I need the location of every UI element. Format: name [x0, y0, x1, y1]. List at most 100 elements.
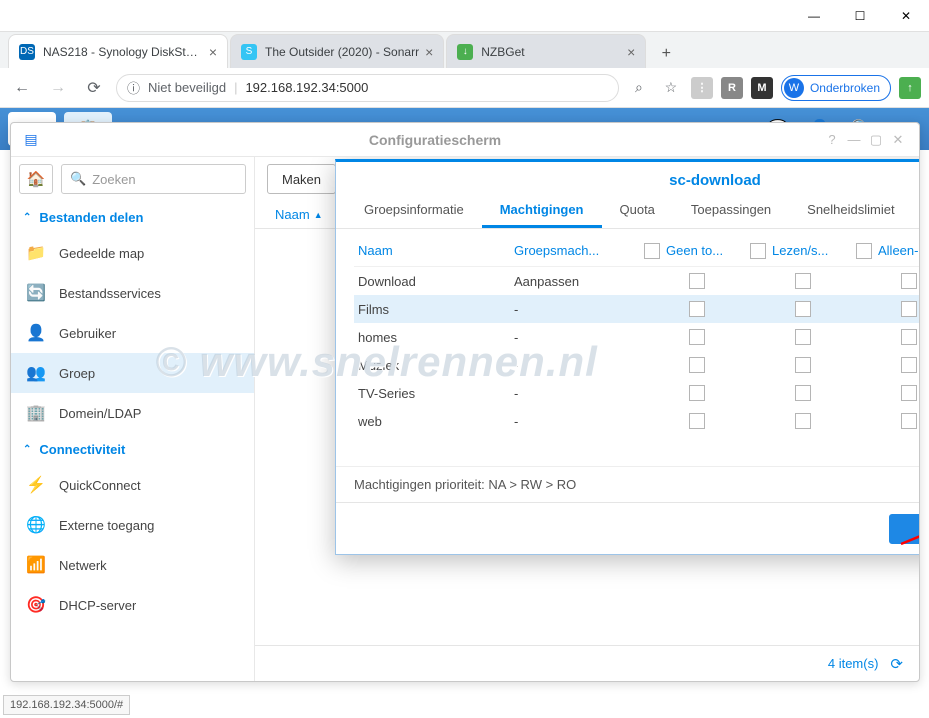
sidebar-item-icon: 🏢	[25, 402, 47, 424]
sidebar-home-button[interactable]: 🏠	[19, 164, 53, 194]
checkbox-read-write[interactable]	[795, 357, 811, 373]
checkbox-no-access[interactable]	[689, 329, 705, 345]
chevron-up-icon: ⌃	[23, 212, 31, 223]
checkbox-read-write[interactable]	[795, 329, 811, 345]
permissions-grid: Naam Groepsmach... Geen to... Lezen/s...…	[336, 229, 919, 466]
extension-m-badge[interactable]: M	[751, 77, 773, 99]
profile-button[interactable]: W Onderbroken	[781, 75, 891, 101]
sidebar-item-icon: 📁	[25, 242, 47, 264]
refresh-button[interactable]: ⟳	[890, 655, 903, 673]
sidebar-item[interactable]: 👤Gebruiker	[11, 313, 254, 353]
dialog-tab[interactable]: Groepsinformatie	[346, 193, 482, 228]
extension-badge[interactable]: ⋮	[691, 77, 713, 99]
checkbox-read-only[interactable]	[901, 273, 917, 289]
address-bar[interactable]: ⓘ Niet beveiligd | 192.168.192.34:5000	[116, 74, 619, 102]
col-name[interactable]: Naam	[354, 243, 514, 258]
sidebar-item[interactable]: 🔄Bestandsservices	[11, 273, 254, 313]
permission-row[interactable]: Muziek-	[354, 351, 919, 379]
tab-title: The Outsider (2020) - Sonarr	[265, 45, 419, 59]
window-maximize-button[interactable]: ☐	[837, 0, 883, 32]
row-name: homes	[354, 330, 514, 345]
window-close-button[interactable]: ✕	[883, 0, 929, 32]
tab-close-button[interactable]: ×	[209, 44, 217, 60]
create-button[interactable]: Maken	[267, 164, 336, 194]
checkbox-no-access[interactable]	[689, 413, 705, 429]
checkbox-no-access[interactable]	[689, 357, 705, 373]
extension-green-badge[interactable]: ↑	[899, 77, 921, 99]
sidebar-item-icon: ⚡	[25, 474, 47, 496]
sidebar-search-input[interactable]: 🔍 Zoeken	[61, 164, 246, 194]
nav-forward-button[interactable]: →	[44, 74, 72, 102]
checkbox-read-only[interactable]	[901, 301, 917, 317]
sidebar-item[interactable]: 📶Netwerk	[11, 545, 254, 585]
sidebar-item[interactable]: 📁Gedeelde map	[11, 233, 254, 273]
permission-row[interactable]: TV-Series-	[354, 379, 919, 407]
key-icon[interactable]: ⌕	[627, 76, 651, 100]
sidebar-item-icon: 🔄	[25, 282, 47, 304]
ok-button[interactable]: OK	[889, 514, 919, 544]
dialog-tab[interactable]: Machtigingen	[482, 193, 602, 228]
sidebar-item[interactable]: 🌐Externe toegang	[11, 505, 254, 545]
tab-favicon: ↓	[457, 44, 473, 60]
sidebar: 🏠 🔍 Zoeken ⌃Bestanden delen📁Gedeelde map…	[11, 157, 255, 681]
tab-favicon: S	[241, 44, 257, 60]
checkbox-read-write[interactable]	[795, 413, 811, 429]
permission-row[interactable]: homes-	[354, 323, 919, 351]
col-no-access[interactable]: Geen to...	[644, 243, 750, 259]
nav-reload-button[interactable]: ⟳	[80, 74, 108, 102]
window-minimize-button[interactable]: —	[791, 0, 837, 32]
sidebar-item[interactable]: 🏢Domein/LDAP	[11, 393, 254, 433]
sort-asc-icon: ▲	[314, 210, 323, 220]
dialog-tab[interactable]: Snelheidslimiet	[789, 193, 912, 228]
sidebar-section-header[interactable]: ⌃Connectiviteit	[11, 433, 254, 465]
sidebar-item-label: Externe toegang	[59, 518, 154, 533]
tab-close-button[interactable]: ×	[627, 44, 635, 60]
checkbox-read-only[interactable]	[901, 385, 917, 401]
checkbox-read-only[interactable]	[901, 357, 917, 373]
checkbox-read-only[interactable]	[901, 413, 917, 429]
tab-close-button[interactable]: ×	[425, 44, 433, 60]
window-max-button[interactable]: ▢	[865, 129, 887, 151]
row-group-perm: -	[514, 414, 644, 429]
new-tab-button[interactable]: +	[652, 40, 680, 68]
sidebar-section-header[interactable]: ⌃Bestanden delen	[11, 201, 254, 233]
checkbox-read-write[interactable]	[795, 385, 811, 401]
row-name: Muziek	[354, 358, 514, 373]
extension-r-badge[interactable]: R	[721, 77, 743, 99]
dialog-tab[interactable]: Quota	[602, 193, 673, 228]
row-name: Films	[354, 302, 514, 317]
checkbox-read-write[interactable]	[795, 273, 811, 289]
nav-back-button[interactable]: ←	[8, 74, 36, 102]
col-read-write[interactable]: Lezen/s...	[750, 243, 856, 259]
browser-tabstrip: DSNAS218 - Synology DiskStation× S The Out…	[0, 32, 929, 68]
window-help-button[interactable]: ?	[821, 129, 843, 151]
permission-row[interactable]: Films-	[354, 295, 919, 323]
col-read-only[interactable]: Alleen-l...	[856, 243, 919, 259]
tab-favicon: DS	[19, 44, 35, 60]
sidebar-item[interactable]: 👥Groep	[11, 353, 254, 393]
browser-tab[interactable]: DSNAS218 - Synology DiskStation×	[8, 34, 228, 68]
browser-tab[interactable]: S The Outsider (2020) - Sonarr ×	[230, 34, 444, 68]
sidebar-item-icon: 👥	[25, 362, 47, 384]
permission-row[interactable]: DownloadAanpassen✔	[354, 267, 919, 295]
col-group-perm[interactable]: Groepsmach...	[514, 243, 644, 258]
chevron-up-icon: ⌃	[23, 444, 31, 455]
checkbox-no-access[interactable]	[689, 301, 705, 317]
browser-statusbar: 192.168.192.34:5000/#	[3, 695, 130, 715]
checkbox-read-write[interactable]	[795, 301, 811, 317]
star-icon[interactable]: ☆	[659, 76, 683, 100]
checkbox-no-access[interactable]	[689, 385, 705, 401]
window-min-button[interactable]: —	[843, 129, 865, 151]
tab-title: NZBGet	[481, 45, 621, 59]
dialog-tab[interactable]: Toepassingen	[673, 193, 789, 228]
checkbox-no-access[interactable]	[689, 273, 705, 289]
url-text: 192.168.192.34:5000	[245, 80, 368, 95]
checkbox-read-only[interactable]	[901, 329, 917, 345]
security-status: Niet beveiligd	[148, 80, 226, 95]
row-name: web	[354, 414, 514, 429]
permission-row[interactable]: web-	[354, 407, 919, 435]
window-x-button[interactable]: ✕	[887, 129, 909, 151]
browser-tab[interactable]: ↓ NZBGet ×	[446, 34, 646, 68]
sidebar-item[interactable]: 🎯DHCP-server	[11, 585, 254, 625]
sidebar-item[interactable]: ⚡QuickConnect	[11, 465, 254, 505]
